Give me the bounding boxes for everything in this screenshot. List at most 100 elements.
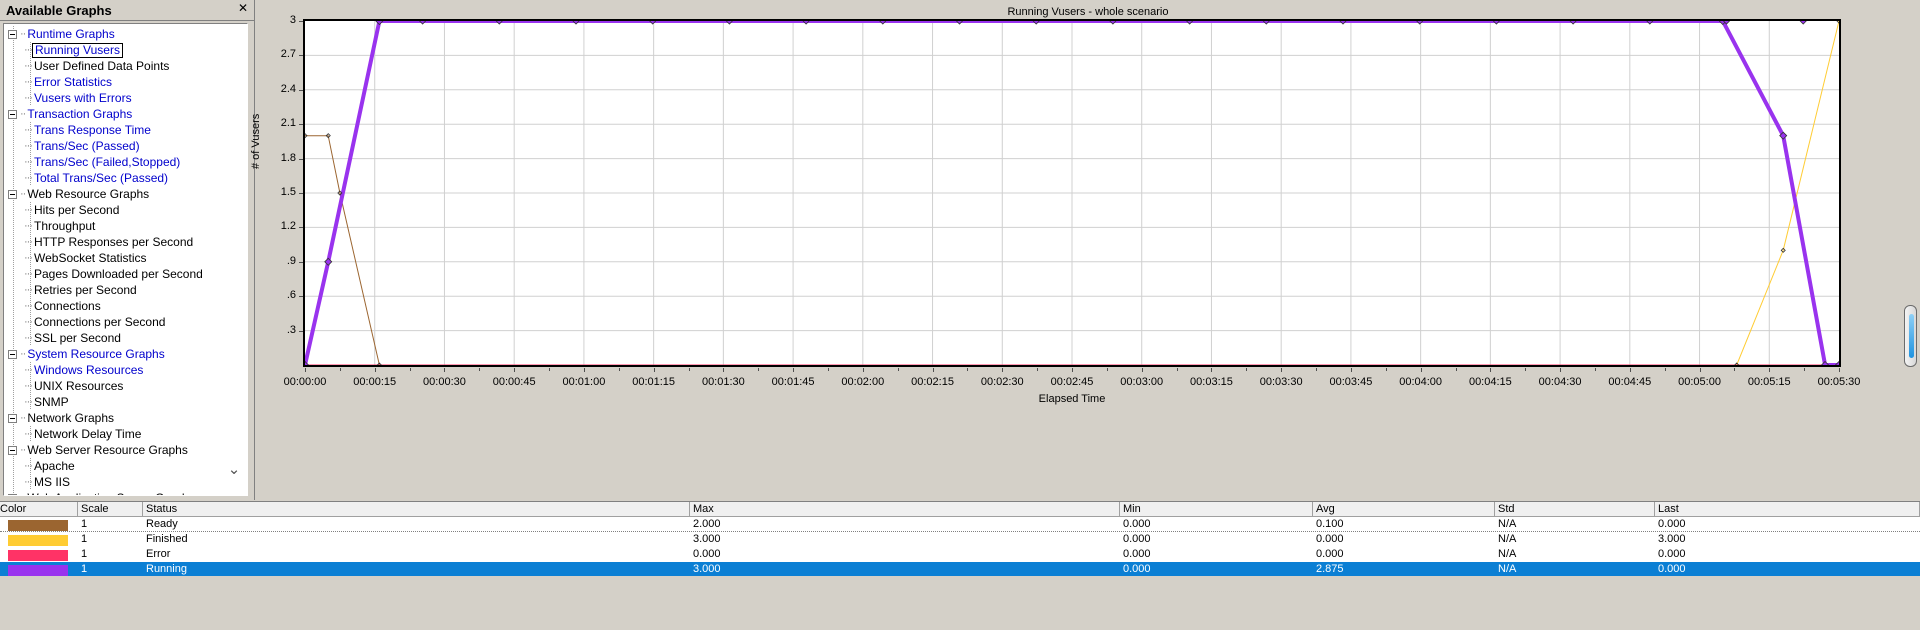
graph-vertical-scrollbar[interactable] bbox=[1903, 19, 1918, 453]
tree-connector-icon bbox=[30, 74, 31, 90]
x-minor-tick-mark bbox=[1176, 368, 1178, 371]
chevron-down-icon[interactable]: ⌄ bbox=[225, 461, 243, 479]
x-minor-tick-mark bbox=[409, 368, 411, 371]
legend-column-header-std[interactable]: Std bbox=[1495, 502, 1655, 516]
tree-item-web-resource-graphs[interactable]: ·· Web Resource Graphs bbox=[4, 186, 247, 202]
tree-item-running-vusers[interactable]: ··· Running Vusers bbox=[4, 42, 247, 58]
legend-cell-scale: 1 bbox=[81, 517, 88, 530]
legend-cell-max: 0.000 bbox=[693, 548, 721, 560]
tree-item-retries-per-second[interactable]: ··· Retries per Second bbox=[4, 282, 247, 298]
graph-viewer-window: Available Graphs ✕ ·· Runtime Graphs ··· Ru… bbox=[0, 0, 1920, 630]
x-tick-mark bbox=[444, 368, 446, 372]
available-graphs-panel: Available Graphs ✕ ·· Runtime Graphs ··· Ru… bbox=[0, 0, 255, 500]
tree-item-user-defined-data-points[interactable]: ··· User Defined Data Points bbox=[4, 58, 247, 74]
tree-expander-icon[interactable] bbox=[8, 413, 17, 423]
series-color-swatch bbox=[8, 565, 68, 576]
tree-item-vusers-with-errors[interactable]: ··· Vusers with Errors bbox=[4, 90, 247, 106]
tree-item-error-statistics[interactable]: ··· Error Statistics bbox=[4, 74, 247, 90]
tree-item-trans-sec-passed[interactable]: ··· Trans/Sec (Passed) bbox=[4, 138, 247, 154]
legend-column-header-status[interactable]: Status bbox=[143, 502, 690, 516]
x-minor-tick-mark bbox=[1246, 368, 1248, 371]
y-tick-label: 1.5 bbox=[280, 186, 296, 198]
tree-item-snmp[interactable]: ··· SNMP bbox=[4, 394, 247, 410]
tree-item-apache[interactable]: ··· Apache bbox=[4, 458, 247, 474]
tree-expander-icon[interactable] bbox=[8, 349, 17, 359]
tree-item-hits-per-second[interactable]: ··· Hits per Second bbox=[4, 202, 247, 218]
y-tick-label: 1.8 bbox=[280, 151, 296, 164]
tree-item-network-graphs[interactable]: ·· Network Graphs bbox=[4, 410, 247, 426]
tree-item-total-trans-sec-passed[interactable]: ··· Total Trans/Sec (Passed) bbox=[4, 170, 247, 186]
tree-item-windows-resources[interactable]: ··· Windows Resources bbox=[4, 362, 247, 378]
x-tick-mark bbox=[932, 368, 934, 372]
tree-item-transaction-graphs[interactable]: ·· Transaction Graphs bbox=[4, 106, 247, 122]
tree-item-web-application-server-graphs[interactable]: ··Web Application Server Graphs bbox=[4, 490, 247, 495]
tree-connector-icon bbox=[30, 298, 31, 314]
x-tick-label: 00:04:00 bbox=[1399, 376, 1443, 388]
legend-row[interactable]: 1 Finished 3.000 0.000 0.000 N/A 3.000 bbox=[0, 532, 1920, 547]
tree-connector-icon: ·· bbox=[20, 444, 26, 456]
x-tick-mark bbox=[1211, 368, 1213, 372]
legend-row[interactable]: 1 Ready 2.000 0.000 0.100 N/A 0.000 bbox=[0, 517, 1920, 532]
tree-item-connections-per-second[interactable]: ··· Connections per Second bbox=[4, 314, 247, 330]
tree-expander-icon[interactable] bbox=[8, 29, 17, 39]
close-icon[interactable]: ✕ bbox=[236, 2, 250, 16]
series-line-running bbox=[305, 21, 1839, 365]
tree-connector-icon bbox=[30, 218, 31, 234]
legend-column-header-color[interactable]: Color bbox=[0, 502, 78, 516]
tree-item-unix-resources[interactable]: ··· UNIX Resources bbox=[4, 378, 247, 394]
x-tick-label: 00:01:15 bbox=[632, 376, 676, 388]
tree-expander-icon[interactable] bbox=[8, 445, 17, 455]
scrollbar-thumb[interactable] bbox=[1904, 305, 1917, 367]
tree-expander-icon[interactable] bbox=[8, 189, 17, 199]
tree-item-ms-iis[interactable]: ··· MS IIS bbox=[4, 474, 247, 490]
legend-cell-avg: 2.875 bbox=[1316, 563, 1344, 575]
tree-item-web-server-resource-graphs[interactable]: ·· Web Server Resource Graphs bbox=[4, 442, 247, 458]
tree-item-connections[interactable]: ··· Connections bbox=[4, 298, 247, 314]
tree-item-label: Runtime Graphs bbox=[27, 27, 115, 41]
tree-item-pages-downloaded-per-second[interactable]: ··· Pages Downloaded per Second bbox=[4, 266, 247, 282]
tree-expander-icon[interactable] bbox=[8, 109, 17, 119]
tree-item-runtime-graphs[interactable]: ·· Runtime Graphs bbox=[4, 26, 247, 42]
legend-cell-std: N/A bbox=[1498, 548, 1517, 560]
legend-column-header-last[interactable]: Last bbox=[1655, 502, 1920, 516]
legend-color-cell bbox=[0, 563, 78, 576]
tree-expander-icon[interactable] bbox=[8, 493, 17, 495]
tree-item-http-responses-per-second[interactable]: ··· HTTP Responses per Second bbox=[4, 234, 247, 250]
legend-column-header-max[interactable]: Max bbox=[690, 502, 1120, 516]
y-tick-label: 2.4 bbox=[280, 82, 296, 95]
x-tick-mark bbox=[1839, 368, 1840, 372]
tree-item-trans-sec-failed-stopped[interactable]: ··· Trans/Sec (Failed,Stopped) bbox=[4, 154, 247, 170]
tree-item-trans-response-time[interactable]: ··· Trans Response Time bbox=[4, 122, 247, 138]
tree-item-throughput[interactable]: ··· Throughput bbox=[4, 218, 247, 234]
tree-item-label: SSL per Second bbox=[34, 331, 121, 345]
tree-item-network-delay-time[interactable]: ··· Network Delay Time bbox=[4, 426, 247, 442]
legend-cell-avg: 0.100 bbox=[1316, 517, 1344, 530]
tree-item-label: Retries per Second bbox=[34, 283, 137, 297]
legend-table[interactable]: Color Scale Status Max Min Avg Std Last 1 Ready 2… bbox=[0, 501, 1920, 577]
tree-item-websocket-statistics[interactable]: ··· WebSocket Statistics bbox=[4, 250, 247, 266]
x-tick-label: 00:02:00 bbox=[841, 376, 885, 388]
legend-row[interactable]: 1 Error 0.000 0.000 0.000 N/A 0.000 bbox=[0, 547, 1920, 562]
x-tick-label: 00:02:30 bbox=[980, 376, 1024, 388]
legend-column-header-avg[interactable]: Avg bbox=[1313, 502, 1495, 516]
y-tick-label: .3 bbox=[286, 323, 296, 336]
tree-item-system-resource-graphs[interactable]: ·· System Resource Graphs bbox=[4, 346, 247, 362]
graphs-tree[interactable]: ·· Runtime Graphs ··· Running Vusers ··· User… bbox=[3, 23, 248, 496]
tree-item-ssl-per-second[interactable]: ··· SSL per Second bbox=[4, 330, 247, 346]
x-tick-mark bbox=[1002, 368, 1004, 372]
legend-row[interactable]: 1 Running 3.000 0.000 2.875 N/A 0.000 bbox=[0, 562, 1920, 577]
legend-column-header-min[interactable]: Min bbox=[1120, 502, 1313, 516]
tree-item-label: Trans/Sec (Passed) bbox=[34, 139, 140, 153]
tree-item-label: System Resource Graphs bbox=[27, 347, 165, 361]
tree-item-label: Pages Downloaded per Second bbox=[34, 267, 203, 281]
x-tick-mark bbox=[723, 368, 725, 372]
x-tick-label: 00:01:30 bbox=[701, 376, 745, 388]
legend-column-header-scale[interactable]: Scale bbox=[78, 502, 143, 516]
plot-area[interactable] bbox=[303, 19, 1841, 367]
x-tick-label: 00:02:45 bbox=[1050, 376, 1094, 388]
tree-item-label: HTTP Responses per Second bbox=[34, 235, 194, 249]
x-tick-label: 00:00:00 bbox=[283, 376, 327, 388]
x-tick-label: 00:02:15 bbox=[911, 376, 954, 388]
tree-connector-icon: ·· bbox=[20, 108, 26, 120]
x-tick-mark bbox=[305, 368, 306, 372]
